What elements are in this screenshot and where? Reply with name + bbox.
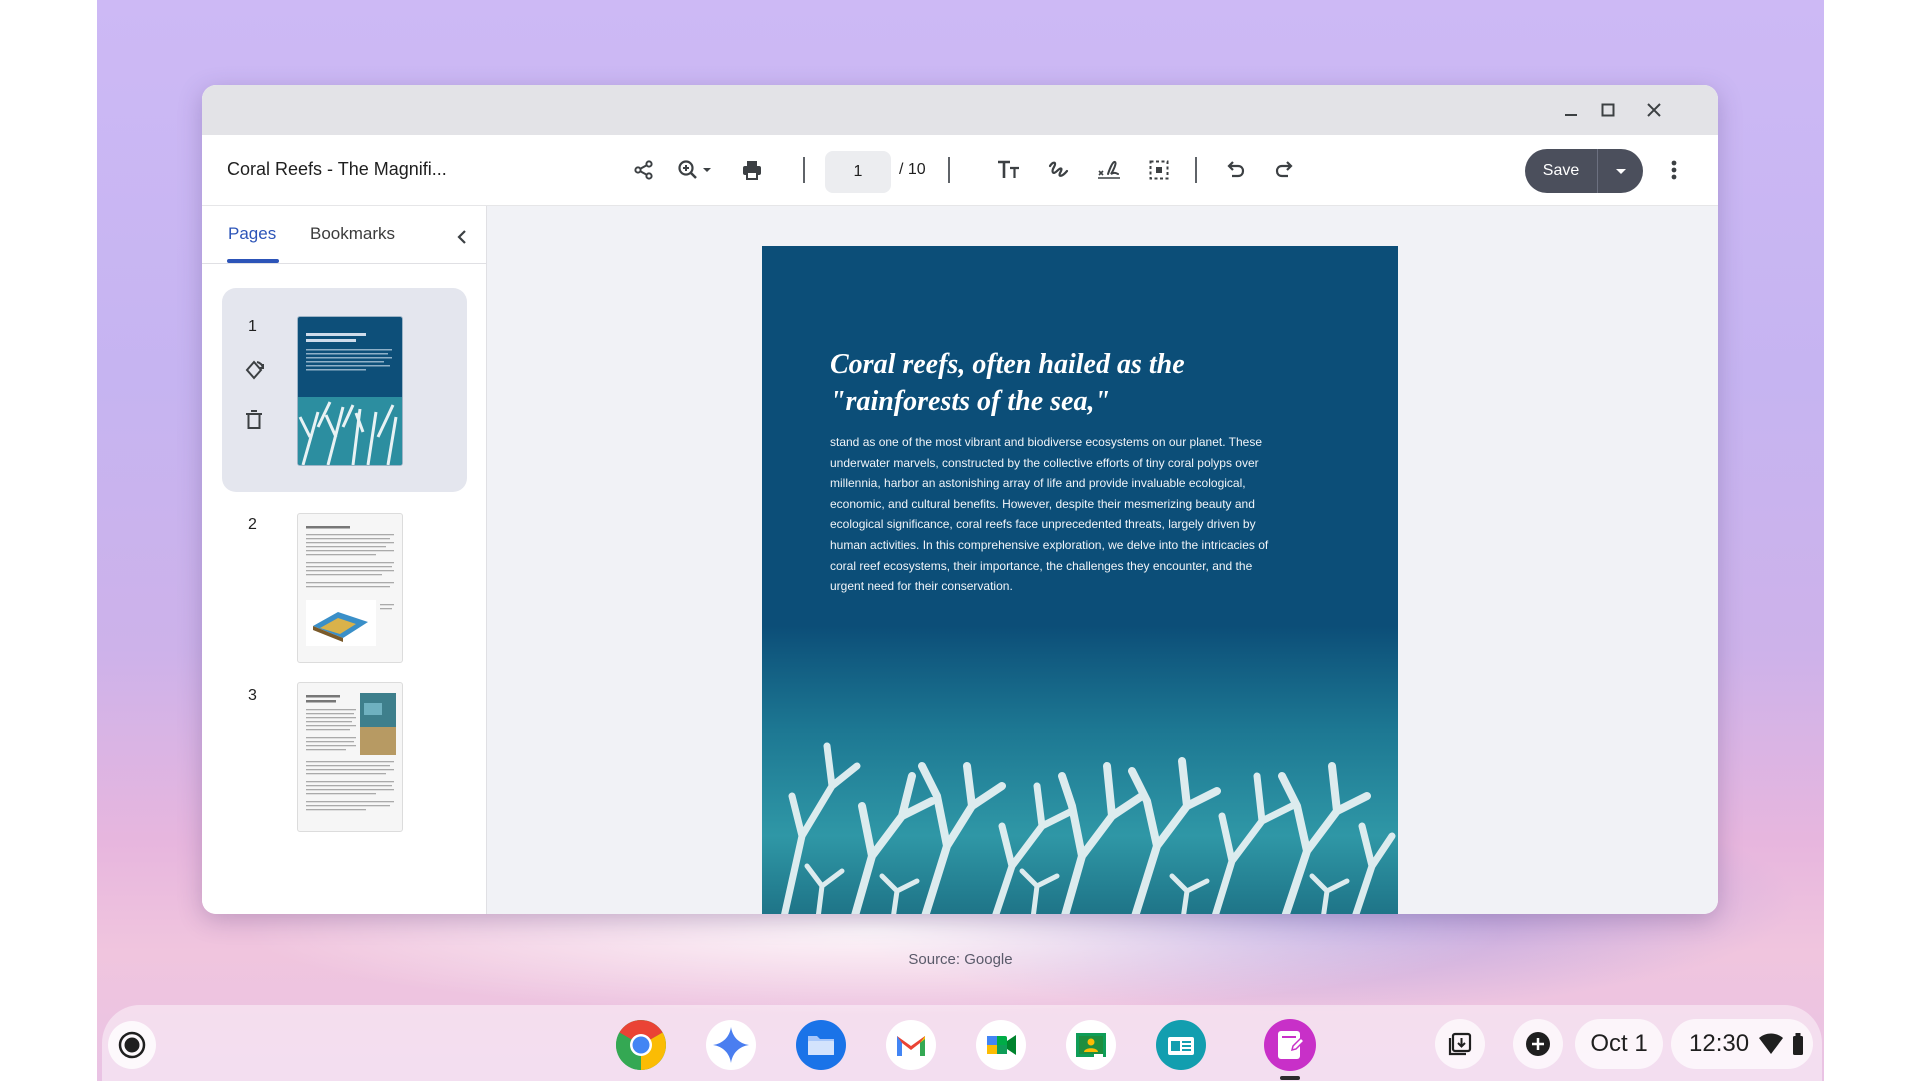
sidebar-tabs: Pages Bookmarks [202,206,486,264]
add-circle-icon[interactable] [1513,1019,1563,1069]
gemini-icon[interactable] [704,1018,758,1072]
collapse-sidebar-icon[interactable] [447,222,477,252]
share-icon[interactable] [627,153,661,187]
shelf [102,1005,1822,1081]
files-icon[interactable] [794,1018,848,1072]
pdf-page-1: Coral reefs, often hailed as the "rainfo… [762,246,1398,914]
battery-icon [1793,1033,1804,1055]
meet-icon[interactable] [974,1018,1028,1072]
page-heading: Coral reefs, often hailed as the "rainfo… [830,349,1185,417]
print-icon[interactable] [735,153,769,187]
document-viewer[interactable]: Coral reefs, often hailed as the "rainfo… [487,206,1718,914]
redo-icon[interactable] [1268,153,1302,187]
more-vert-icon[interactable] [1662,153,1686,187]
page-number-label: 1 [248,318,257,335]
desktop: Coral Reefs - The Magnifi... / 10 [97,0,1824,1081]
tab-pages[interactable]: Pages [228,224,276,244]
toolbar-divider [1195,157,1197,183]
minimize-icon[interactable] [1555,95,1587,125]
clock-text: 12:30 [1689,1030,1750,1057]
draw-icon[interactable] [1042,153,1076,187]
pdf-editor-icon[interactable] [1263,1018,1317,1072]
document-title: Coral Reefs - The Magnifi... [227,159,447,179]
wifi-icon [1759,1033,1784,1054]
launcher-icon[interactable] [108,1021,156,1069]
delete-icon[interactable] [239,405,269,435]
save-button[interactable]: Save [1525,149,1597,193]
coral-reef-image [762,626,1398,914]
text-icon[interactable] [992,153,1026,187]
chrome-icon[interactable] [614,1018,668,1072]
chevron-down-icon [1615,169,1626,174]
maximize-icon[interactable] [1592,95,1624,125]
source-caption: Source: Google [908,951,1013,968]
page-sidebar: Pages Bookmarks 1 2 3 [202,206,487,914]
page-total: / 10 [899,161,926,178]
toolbar-divider [948,157,950,183]
save-options-dropdown[interactable] [1598,149,1643,193]
page-thumbnail-1[interactable] [297,316,403,466]
toolbar: Coral Reefs - The Magnifi... / 10 [202,135,1718,206]
zoom-in-icon[interactable] [675,153,719,187]
undo-icon[interactable] [1218,153,1252,187]
page-number-label: 3 [248,687,257,704]
toolbar-divider [803,157,805,183]
pdf-editor-window: Coral Reefs - The Magnifi... / 10 [202,85,1718,914]
page-body-text: stand as one of the most vibrant and bio… [830,435,1269,594]
page-number-input[interactable] [825,151,891,193]
page-number-label: 2 [248,516,257,533]
date-text: Oct 1 [1590,1030,1648,1057]
date-indicator[interactable]: Oct 1 [1575,1019,1663,1069]
tab-bookmarks[interactable]: Bookmarks [310,224,395,244]
status-area[interactable]: 12:30 [1671,1019,1813,1069]
active-app-indicator [1280,1076,1300,1080]
active-tab-indicator [227,259,279,263]
title-bar [202,85,1718,135]
close-icon[interactable] [1638,95,1670,125]
signature-icon[interactable] [1092,153,1126,187]
holding-space-icon[interactable] [1435,1019,1485,1069]
classroom-icon[interactable] [1064,1018,1118,1072]
app-icon[interactable] [1154,1018,1208,1072]
save-button-group: Save [1525,149,1643,193]
rotate-icon[interactable] [239,355,269,385]
gmail-icon[interactable] [884,1018,938,1072]
page-thumbnail-3[interactable] [297,682,403,832]
page-thumbnail-2[interactable] [297,513,403,663]
select-area-icon[interactable] [1142,153,1176,187]
